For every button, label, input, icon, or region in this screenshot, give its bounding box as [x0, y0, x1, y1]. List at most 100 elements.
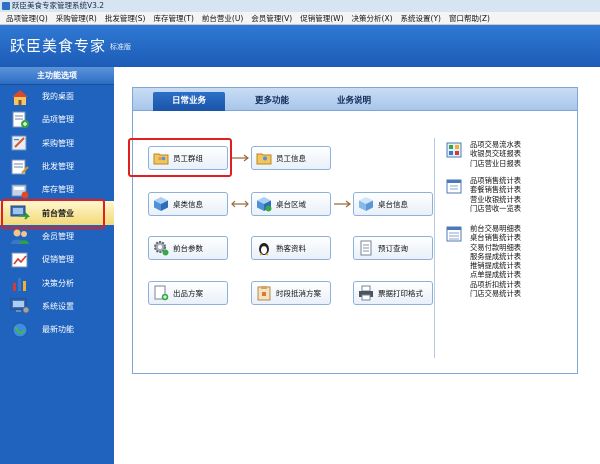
staff-info-button[interactable]: 员工信息 — [251, 146, 331, 170]
highlight-frame-staff-group — [128, 138, 232, 177]
button-label: 前台参数 — [173, 243, 203, 253]
title-bar: 跃臣美食专家管理系统V3.2 — [0, 0, 600, 12]
front-params-button[interactable]: 前台参数 — [148, 236, 228, 260]
report-link[interactable]: 品项交易流水表 — [470, 140, 521, 149]
button-label: 员工信息 — [276, 153, 306, 163]
menu-wholesale[interactable]: 批发管理(S) — [101, 12, 150, 25]
reservation-button[interactable]: 预订查询 — [353, 236, 433, 260]
highlight-frame-sidebar — [1, 199, 105, 229]
tab-bar: 日常业务 更多功能 业务说明 — [133, 88, 577, 111]
app-header: 跃臣美食专家 标准版 — [0, 25, 600, 67]
button-label: 票据打印格式 — [378, 288, 423, 298]
list-report-icon — [446, 226, 462, 242]
sidebar-item-items[interactable]: 品项管理 — [0, 108, 114, 131]
inventory-icon — [11, 184, 29, 199]
dish-plan-button[interactable]: 出品方案 — [148, 281, 228, 305]
arrow-both-icon — [231, 200, 249, 208]
report-link[interactable]: 品项销售统计表 — [470, 176, 521, 185]
member-icon — [11, 229, 29, 245]
printer-icon — [359, 285, 373, 301]
document-add-icon — [154, 285, 169, 301]
window-title: 跃臣美食专家管理系统V3.2 — [12, 1, 105, 10]
sidebar-item-label: 品项管理 — [42, 115, 74, 125]
menu-member[interactable]: 会员管理(V) — [247, 12, 296, 25]
sidebar-title: 主功能选项 — [0, 67, 114, 85]
report-link[interactable]: 品项折扣统计表 — [470, 280, 521, 289]
sidebar-item-inventory[interactable]: 库存管理 — [0, 178, 114, 201]
sidebar-item-newfeatures[interactable]: 最新功能 — [0, 318, 114, 341]
sidebar-item-label: 我的桌面 — [42, 92, 74, 102]
purchase-icon — [11, 135, 27, 151]
content-area: 日常业务 更多功能 业务说明 员工群组 员工信息 桌类信息 桌台区域 桌台信息 — [114, 67, 600, 464]
sidebar-item-label: 库存管理 — [42, 185, 74, 195]
report-link[interactable]: 门店营收一览表 — [470, 204, 521, 213]
panel-divider — [434, 138, 435, 358]
app-name: 跃臣美食专家 — [10, 37, 107, 55]
sidebar-item-label: 系统设置 — [42, 301, 74, 311]
sidebar-item-label: 促销管理 — [42, 255, 74, 265]
button-label: 桌类信息 — [173, 199, 203, 209]
time-discount-button[interactable]: 时段抵消方案 — [251, 281, 331, 305]
menu-settings[interactable]: 系统设置(Y) — [397, 12, 445, 25]
report-link[interactable]: 门店营业日报表 — [470, 159, 521, 168]
report-list: 品项交易流水表 收银员交班报表 门店营业日报表 — [470, 140, 521, 168]
menu-promotion[interactable]: 促销管理(W) — [296, 12, 347, 25]
report-list: 品项销售统计表 套餐销售统计表 营业收银统计表 门店营收一览表 — [470, 176, 521, 213]
menu-purchase[interactable]: 采购管理(R) — [52, 12, 101, 25]
report-link[interactable]: 前台交易明细表 — [470, 224, 521, 233]
report-link[interactable]: 营业收银统计表 — [470, 195, 521, 204]
business-panel: 日常业务 更多功能 业务说明 员工群组 员工信息 桌类信息 桌台区域 桌台信息 — [132, 87, 578, 374]
report-link[interactable]: 交易付款明细表 — [470, 243, 521, 252]
taste-button[interactable]: 熟客资料 — [251, 236, 331, 260]
chart-icon — [13, 278, 26, 292]
sidebar-item-settings[interactable]: 系统设置 — [0, 295, 114, 318]
menu-items[interactable]: 品项管理(Q) — [2, 12, 52, 25]
button-label: 桌台区域 — [276, 199, 306, 209]
report-link[interactable]: 服务提成统计表 — [470, 252, 521, 261]
clipboard-icon — [257, 286, 271, 301]
receipt-format-button[interactable]: 票据打印格式 — [353, 281, 433, 305]
sidebar-item-desktop[interactable]: 我的桌面 — [0, 85, 114, 108]
button-label: 熟客资料 — [276, 243, 306, 253]
arrow-right-icon — [232, 154, 249, 162]
report-link[interactable]: 点单提成统计表 — [470, 270, 521, 279]
tab-description[interactable]: 业务说明 — [319, 92, 389, 111]
menu-inventory[interactable]: 库存管理(T) — [149, 12, 197, 25]
report-link[interactable]: 桌台销售统计表 — [470, 233, 521, 242]
document-icon — [360, 240, 372, 256]
table-area-button[interactable]: 桌台区域 — [251, 192, 331, 216]
sidebar-item-label: 会员管理 — [42, 231, 74, 241]
items-icon — [12, 111, 29, 128]
sidebar-item-purchase[interactable]: 采购管理 — [0, 132, 114, 155]
house-icon — [12, 89, 28, 105]
edition-label: 标准版 — [110, 43, 131, 51]
report-link[interactable]: 收银员交班报表 — [470, 149, 521, 158]
sidebar-item-label: 批发管理 — [42, 162, 74, 172]
button-label: 出品方案 — [173, 288, 203, 298]
report-link[interactable]: 套餐销售统计表 — [470, 185, 521, 194]
sidebar-item-promotion[interactable]: 促销管理 — [0, 248, 114, 271]
report-link[interactable]: 门店交易统计表 — [470, 289, 521, 298]
tab-daily[interactable]: 日常业务 — [153, 92, 225, 111]
globe-icon — [12, 322, 28, 338]
sidebar-item-label: 决策分析 — [42, 278, 74, 288]
button-label: 时段抵消方案 — [276, 288, 321, 298]
sidebar-item-wholesale[interactable]: 批发管理 — [0, 155, 114, 178]
menu-analysis[interactable]: 决策分析(X) — [348, 12, 397, 25]
app-icon — [2, 2, 10, 10]
sidebar: 主功能选项 我的桌面 品项管理 采购管理 批发管理 库存管理 前台营业 会员管理… — [0, 67, 114, 464]
button-label: 桌台信息 — [378, 199, 408, 209]
sidebar-item-analysis[interactable]: 决策分析 — [0, 271, 114, 294]
arrow-right-icon — [334, 200, 351, 208]
menu-frontdesk[interactable]: 前台营业(U) — [198, 12, 247, 25]
folder-person-icon — [256, 153, 272, 165]
cube-icon — [154, 197, 168, 211]
menu-window-help[interactable]: 窗口帮助(Z) — [445, 12, 494, 25]
cube-light-icon — [359, 197, 373, 211]
table-type-button[interactable]: 桌类信息 — [148, 192, 228, 216]
penguin-icon — [259, 243, 269, 256]
tab-more[interactable]: 更多功能 — [237, 92, 307, 111]
report-link[interactable]: 推销提成统计表 — [470, 261, 521, 270]
table-info-button[interactable]: 桌台信息 — [353, 192, 433, 216]
button-label: 预订查询 — [378, 243, 408, 253]
